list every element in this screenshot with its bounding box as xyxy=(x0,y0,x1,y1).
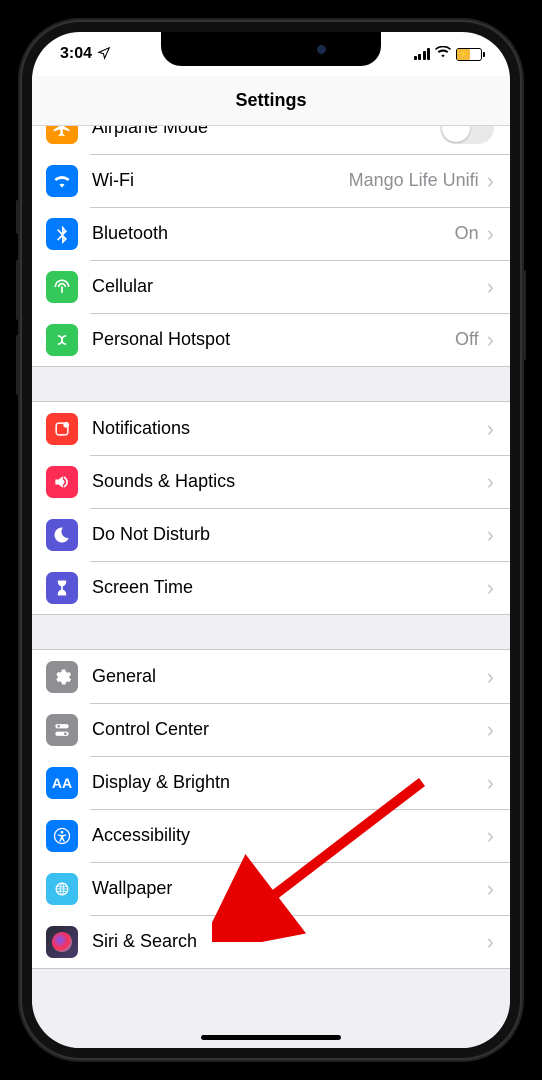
bluetooth-icon xyxy=(46,218,78,250)
dnd-icon xyxy=(46,519,78,551)
row-label: Accessibility xyxy=(92,825,487,846)
chevron-right-icon: › xyxy=(487,770,494,796)
control-center-icon xyxy=(46,714,78,746)
phone-frame: 3:04 ⚡ Settings xyxy=(20,20,522,1060)
chevron-right-icon: › xyxy=(487,929,494,955)
wifi-status-icon xyxy=(435,45,451,63)
row-label: Personal Hotspot xyxy=(92,329,455,350)
notifications-icon xyxy=(46,413,78,445)
settings-list[interactable]: Airplane Mode Wi-Fi Mango Life Unifi › B… xyxy=(32,126,510,1048)
screentime-icon xyxy=(46,572,78,604)
row-display[interactable]: AA Display & Brightn › xyxy=(32,756,510,809)
general-icon xyxy=(46,661,78,693)
row-sounds[interactable]: Sounds & Haptics › xyxy=(32,455,510,508)
row-label: Siri & Search xyxy=(92,931,487,952)
mute-switch xyxy=(16,200,20,234)
hotspot-icon xyxy=(46,324,78,356)
wallpaper-icon xyxy=(46,873,78,905)
row-wifi[interactable]: Wi-Fi Mango Life Unifi › xyxy=(32,154,510,207)
row-airplane-mode[interactable]: Airplane Mode xyxy=(32,126,510,154)
volume-down-button xyxy=(16,335,20,395)
row-label: General xyxy=(92,666,487,687)
row-notifications[interactable]: Notifications › xyxy=(32,402,510,455)
airplane-toggle[interactable] xyxy=(440,126,494,144)
status-left: 3:04 xyxy=(60,45,111,63)
chevron-right-icon: › xyxy=(487,522,494,548)
accessibility-icon xyxy=(46,820,78,852)
row-cellular[interactable]: Cellular › xyxy=(32,260,510,313)
row-accessibility[interactable]: Accessibility › xyxy=(32,809,510,862)
row-label: Sounds & Haptics xyxy=(92,471,487,492)
settings-group-connectivity: Airplane Mode Wi-Fi Mango Life Unifi › B… xyxy=(32,126,510,367)
row-label: Airplane Mode xyxy=(92,126,440,138)
row-control-center[interactable]: Control Center › xyxy=(32,703,510,756)
display-icon: AA xyxy=(46,767,78,799)
row-wallpaper[interactable]: Wallpaper › xyxy=(32,862,510,915)
row-siri[interactable]: Siri & Search › xyxy=(32,915,510,968)
row-label: Bluetooth xyxy=(92,223,455,244)
status-time: 3:04 xyxy=(60,45,92,63)
cellular-icon xyxy=(46,271,78,303)
chevron-right-icon: › xyxy=(487,221,494,247)
row-label: Control Center xyxy=(92,719,487,740)
row-detail: Mango Life Unifi xyxy=(349,170,479,191)
chevron-right-icon: › xyxy=(487,876,494,902)
settings-group-notifications: Notifications › Sounds & Haptics › Do No… xyxy=(32,401,510,615)
row-label: Notifications xyxy=(92,418,487,439)
row-label: Wallpaper xyxy=(92,878,487,899)
wifi-icon xyxy=(46,165,78,197)
row-screentime[interactable]: Screen Time › xyxy=(32,561,510,614)
side-button xyxy=(522,270,526,360)
chevron-right-icon: › xyxy=(487,469,494,495)
status-right: ⚡ xyxy=(414,45,483,63)
chevron-right-icon: › xyxy=(487,664,494,690)
chevron-right-icon: › xyxy=(487,575,494,601)
chevron-right-icon: › xyxy=(487,168,494,194)
volume-up-button xyxy=(16,260,20,320)
nav-header: Settings xyxy=(32,76,510,126)
row-general[interactable]: General › xyxy=(32,650,510,703)
row-label: Display & Brightn xyxy=(92,772,487,793)
sounds-icon xyxy=(46,466,78,498)
location-arrow-icon xyxy=(97,46,111,63)
chevron-right-icon: › xyxy=(487,416,494,442)
row-dnd[interactable]: Do Not Disturb › xyxy=(32,508,510,561)
chevron-right-icon: › xyxy=(487,274,494,300)
siri-icon xyxy=(46,926,78,958)
row-bluetooth[interactable]: Bluetooth On › xyxy=(32,207,510,260)
row-label: Screen Time xyxy=(92,577,487,598)
home-indicator[interactable] xyxy=(201,1035,341,1040)
chevron-right-icon: › xyxy=(487,717,494,743)
row-detail: On xyxy=(455,223,479,244)
row-label: Do Not Disturb xyxy=(92,524,487,545)
page-title: Settings xyxy=(235,90,306,111)
notch xyxy=(161,32,381,66)
chevron-right-icon: › xyxy=(487,327,494,353)
row-hotspot[interactable]: Personal Hotspot Off › xyxy=(32,313,510,366)
screen: 3:04 ⚡ Settings xyxy=(32,32,510,1048)
row-detail: Off xyxy=(455,329,479,350)
row-label: Cellular xyxy=(92,276,487,297)
settings-group-general: General › Control Center › AA Display & … xyxy=(32,649,510,969)
row-label: Wi-Fi xyxy=(92,170,349,191)
battery-icon: ⚡ xyxy=(456,48,482,61)
chevron-right-icon: › xyxy=(487,823,494,849)
cellular-signal-icon xyxy=(414,48,431,60)
airplane-icon xyxy=(46,126,78,144)
